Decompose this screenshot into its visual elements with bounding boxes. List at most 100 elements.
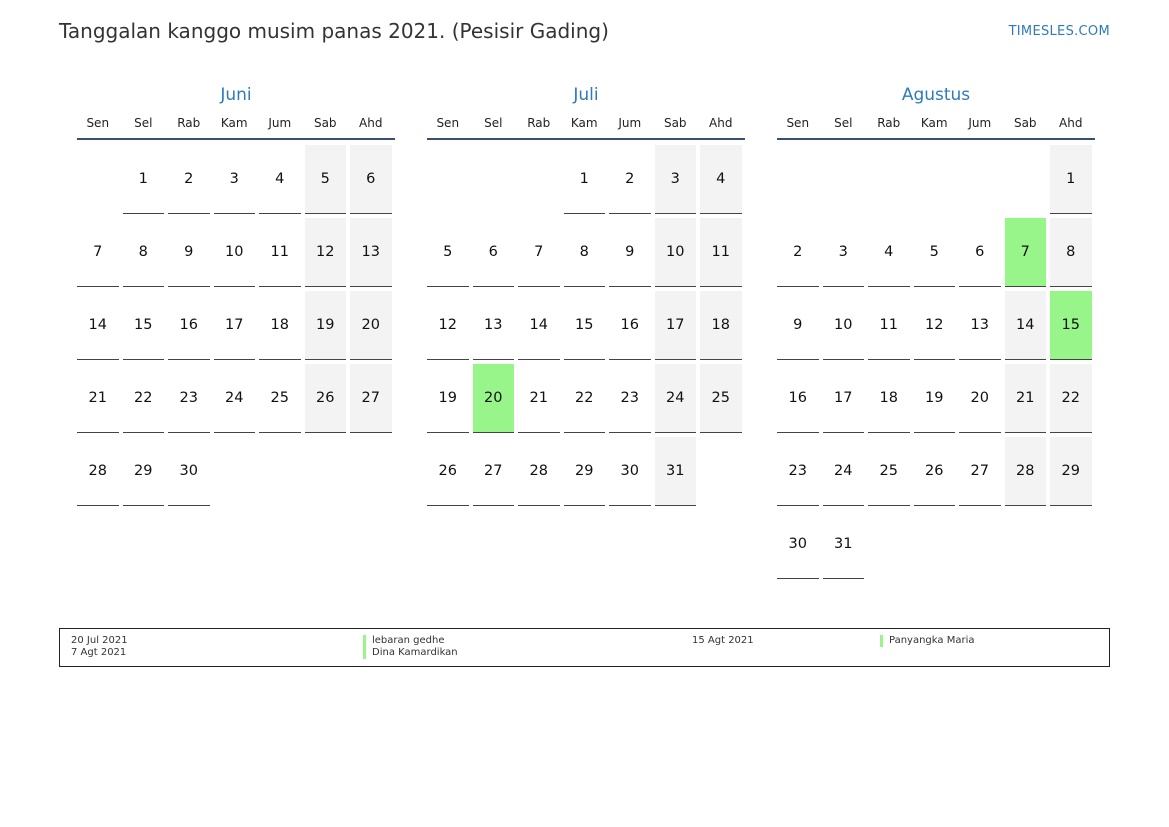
day-cell: 18 (868, 364, 910, 433)
weekday-label: Rab (527, 116, 551, 130)
day-cell: 29 (1050, 437, 1092, 506)
day-cell: 2 (777, 218, 819, 287)
weekday-label: Ahd (359, 116, 383, 130)
day-cell: 30 (168, 437, 210, 506)
weekday-label: Kam (570, 116, 598, 130)
weekday-label: Kam (220, 116, 248, 130)
day-grid: 1 2 3 4 5 6 7 8 9 10 11 12 13 14 15 16 17 18 19 20 21 22 23 24 2… (777, 145, 1095, 579)
day-cell: 5 (913, 218, 955, 287)
empty-day-cell (77, 145, 119, 214)
empty-day-cell (473, 145, 515, 214)
day-cell: 14 (518, 291, 560, 360)
day-cell: 17 (213, 291, 255, 360)
day-cell: 7 (77, 218, 119, 287)
month-calendar-august: Agustus Sen Sel Rab Kam Jum Sab Ahd 1234… (777, 84, 1095, 579)
day-cell: 11 (700, 218, 742, 287)
day-cell: 11 (868, 291, 910, 360)
day-cell: 4 (700, 145, 742, 214)
day-cell: 22 (563, 364, 605, 433)
brand-link[interactable]: TIMESLES.COM (1009, 24, 1110, 39)
legend-holiday-name: lebaran gedhe (363, 635, 445, 647)
day-cell: 6 (350, 145, 392, 214)
empty-day-cell (823, 145, 865, 214)
weekday-label: Sel (484, 116, 503, 130)
weekday-label: Sel (834, 116, 853, 130)
weekday-label: Sab (1013, 116, 1037, 130)
legend-date: 15 Agt 2021 (692, 635, 754, 646)
weekday-label: Rab (877, 116, 901, 130)
day-cell: 29 (563, 437, 605, 506)
day-cell: 13 (959, 291, 1001, 360)
day-cell: 12 (304, 218, 346, 287)
legend-holiday-name: Dina Kamardikan (363, 647, 458, 659)
day-cell: 24 (654, 364, 696, 433)
day-cell: 1 (1050, 145, 1092, 214)
day-cell: 9 (168, 218, 210, 287)
day-cell: 10 (213, 218, 255, 287)
page-title: Tanggalan kanggo musim panas 2021. (Pesi… (59, 19, 609, 43)
month-name: Juni (220, 85, 252, 105)
day-cell: 2 (168, 145, 210, 214)
day-cell: 26 (304, 364, 346, 433)
day-grid: 1 2 3 4 5 6 7 8 9 10 11 12 13 14 15 16 17 18 19 20 21 22 23 24 2… (427, 145, 745, 506)
day-cell: 14 (1004, 291, 1046, 360)
day-cell: 22 (122, 364, 164, 433)
day-cell: 6 (959, 218, 1001, 287)
weekday-label: Sab (313, 116, 337, 130)
day-cell: 19 (427, 364, 469, 433)
day-cell: 17 (654, 291, 696, 360)
weekday-label: Ahd (1059, 116, 1083, 130)
day-cell: 15 (563, 291, 605, 360)
day-cell: 11 (259, 218, 301, 287)
day-cell: 4 (868, 218, 910, 287)
day-cell: 25 (868, 437, 910, 506)
day-cell: 5 (427, 218, 469, 287)
day-cell: 3 (213, 145, 255, 214)
day-cell: 9 (609, 218, 651, 287)
day-cell: 26 (913, 437, 955, 506)
day-cell: 25 (259, 364, 301, 433)
day-cell: 7 (518, 218, 560, 287)
day-cell: 10 (654, 218, 696, 287)
day-cell: 23 (609, 364, 651, 433)
day-cell: 8 (563, 218, 605, 287)
holiday-day-cell: 7 (1004, 218, 1046, 287)
day-cell: 1 (122, 145, 164, 214)
day-cell: 23 (168, 364, 210, 433)
empty-day-cell (1005, 145, 1047, 214)
day-cell: 31 (654, 437, 696, 506)
weekday-label: Sen (786, 116, 810, 130)
day-cell: 19 (304, 291, 346, 360)
day-cell: 28 (77, 437, 119, 506)
day-cell: 3 (654, 145, 696, 214)
day-cell: 9 (777, 291, 819, 360)
weekday-label: Jum (968, 116, 992, 130)
day-cell: 28 (518, 437, 560, 506)
month-name: Agustus (901, 85, 971, 105)
day-cell: 30 (609, 437, 651, 506)
day-cell: 21 (1004, 364, 1046, 433)
day-cell: 6 (472, 218, 514, 287)
day-cell: 28 (1004, 437, 1046, 506)
weekday-label: Jum (618, 116, 642, 130)
day-cell: 13 (472, 291, 514, 360)
day-cell: 16 (777, 364, 819, 433)
weekday-label: Sab (663, 116, 687, 130)
day-cell: 10 (822, 291, 864, 360)
day-cell: 31 (822, 510, 864, 579)
day-cell: 26 (427, 437, 469, 506)
day-cell: 23 (777, 437, 819, 506)
month-calendar-june: Juni Sen Sel Rab Kam Jum Sab Ahd 1234567… (77, 84, 395, 506)
empty-day-cell (959, 145, 1001, 214)
day-cell: 21 (77, 364, 119, 433)
day-cell: 4 (259, 145, 301, 214)
empty-day-cell (868, 145, 910, 214)
day-cell: 14 (77, 291, 119, 360)
day-cell: 24 (822, 437, 864, 506)
day-cell: 18 (700, 291, 742, 360)
day-cell: 21 (518, 364, 560, 433)
day-cell: 27 (472, 437, 514, 506)
day-cell: 16 (609, 291, 651, 360)
day-cell: 2 (609, 145, 651, 214)
day-cell: 16 (168, 291, 210, 360)
